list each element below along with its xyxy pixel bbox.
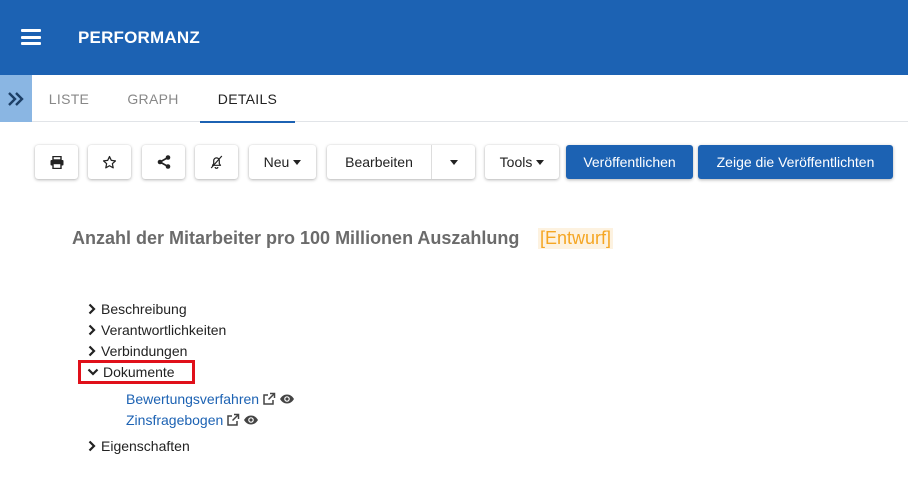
edit-button[interactable]: Bearbeiten bbox=[327, 154, 431, 170]
caret-down-icon bbox=[536, 159, 545, 165]
chevron-down-icon bbox=[86, 365, 100, 379]
page-title: Anzahl der Mitarbeiter pro 100 Millionen… bbox=[72, 228, 520, 248]
expand-sidebar-button[interactable] bbox=[0, 75, 32, 122]
external-link-icon[interactable] bbox=[226, 413, 240, 427]
tree-item-documents[interactable]: Dokumente bbox=[86, 362, 175, 382]
app-title: PERFORMANZ bbox=[78, 28, 200, 47]
tools-dropdown-button[interactable]: Tools bbox=[485, 145, 559, 179]
document-link[interactable]: Bewertungsverfahren bbox=[126, 391, 259, 407]
print-button[interactable] bbox=[35, 145, 78, 179]
tree-item-label: Eigenschaften bbox=[101, 438, 190, 454]
publish-button[interactable]: Veröffentlichen bbox=[566, 145, 693, 179]
tree-item-connections[interactable]: Verbindungen bbox=[86, 341, 187, 361]
document-item: Zinsfragebogen bbox=[126, 410, 259, 430]
favorite-button[interactable] bbox=[88, 145, 131, 179]
tree-item-label: Beschreibung bbox=[101, 301, 187, 317]
new-button-label: Neu bbox=[263, 154, 290, 170]
external-link-icon[interactable] bbox=[262, 392, 276, 406]
show-published-button[interactable]: Zeige die Veröffentlichten bbox=[698, 145, 893, 179]
tab-graph[interactable]: GRAPH bbox=[112, 75, 194, 122]
double-chevron-right-icon bbox=[8, 91, 24, 106]
chevron-right-icon bbox=[86, 323, 98, 337]
tab-bar: LISTE GRAPH DETAILS bbox=[0, 75, 908, 123]
tools-button-label: Tools bbox=[499, 154, 533, 170]
app-header: PERFORMANZ bbox=[0, 0, 908, 75]
menu-icon[interactable] bbox=[21, 29, 41, 45]
tree-item-label: Verantwortlichkeiten bbox=[101, 322, 227, 338]
tree-item-label: Dokumente bbox=[103, 364, 175, 380]
tab-liste[interactable]: LISTE bbox=[34, 75, 104, 122]
eye-icon[interactable] bbox=[279, 393, 295, 405]
edit-split-button: Bearbeiten bbox=[327, 145, 475, 179]
new-dropdown-button[interactable]: Neu bbox=[249, 145, 316, 179]
chevron-right-icon bbox=[86, 302, 98, 316]
caret-down-icon bbox=[293, 159, 302, 165]
chevron-right-icon bbox=[86, 344, 98, 358]
caret-down-icon bbox=[449, 159, 458, 165]
notifications-off-button[interactable] bbox=[195, 145, 238, 179]
tab-details[interactable]: DETAILS bbox=[200, 75, 295, 123]
bell-slash-icon bbox=[210, 155, 223, 169]
tree-item-label: Verbindungen bbox=[101, 343, 188, 359]
print-icon bbox=[50, 155, 63, 169]
tree-item-responsibilities[interactable]: Verantwortlichkeiten bbox=[86, 320, 226, 340]
chevron-right-icon bbox=[86, 439, 98, 453]
eye-icon[interactable] bbox=[243, 414, 259, 426]
status-badge: [Entwurf] bbox=[538, 228, 614, 249]
document-item: Bewertungsverfahren bbox=[126, 389, 295, 409]
star-icon bbox=[102, 155, 117, 168]
share-icon bbox=[157, 155, 170, 169]
document-link[interactable]: Zinsfragebogen bbox=[126, 412, 223, 428]
edit-dropdown-toggle[interactable] bbox=[432, 145, 475, 179]
tree-item-description[interactable]: Beschreibung bbox=[86, 299, 187, 319]
tree-item-properties[interactable]: Eigenschaften bbox=[86, 436, 190, 456]
share-button[interactable] bbox=[142, 145, 185, 179]
